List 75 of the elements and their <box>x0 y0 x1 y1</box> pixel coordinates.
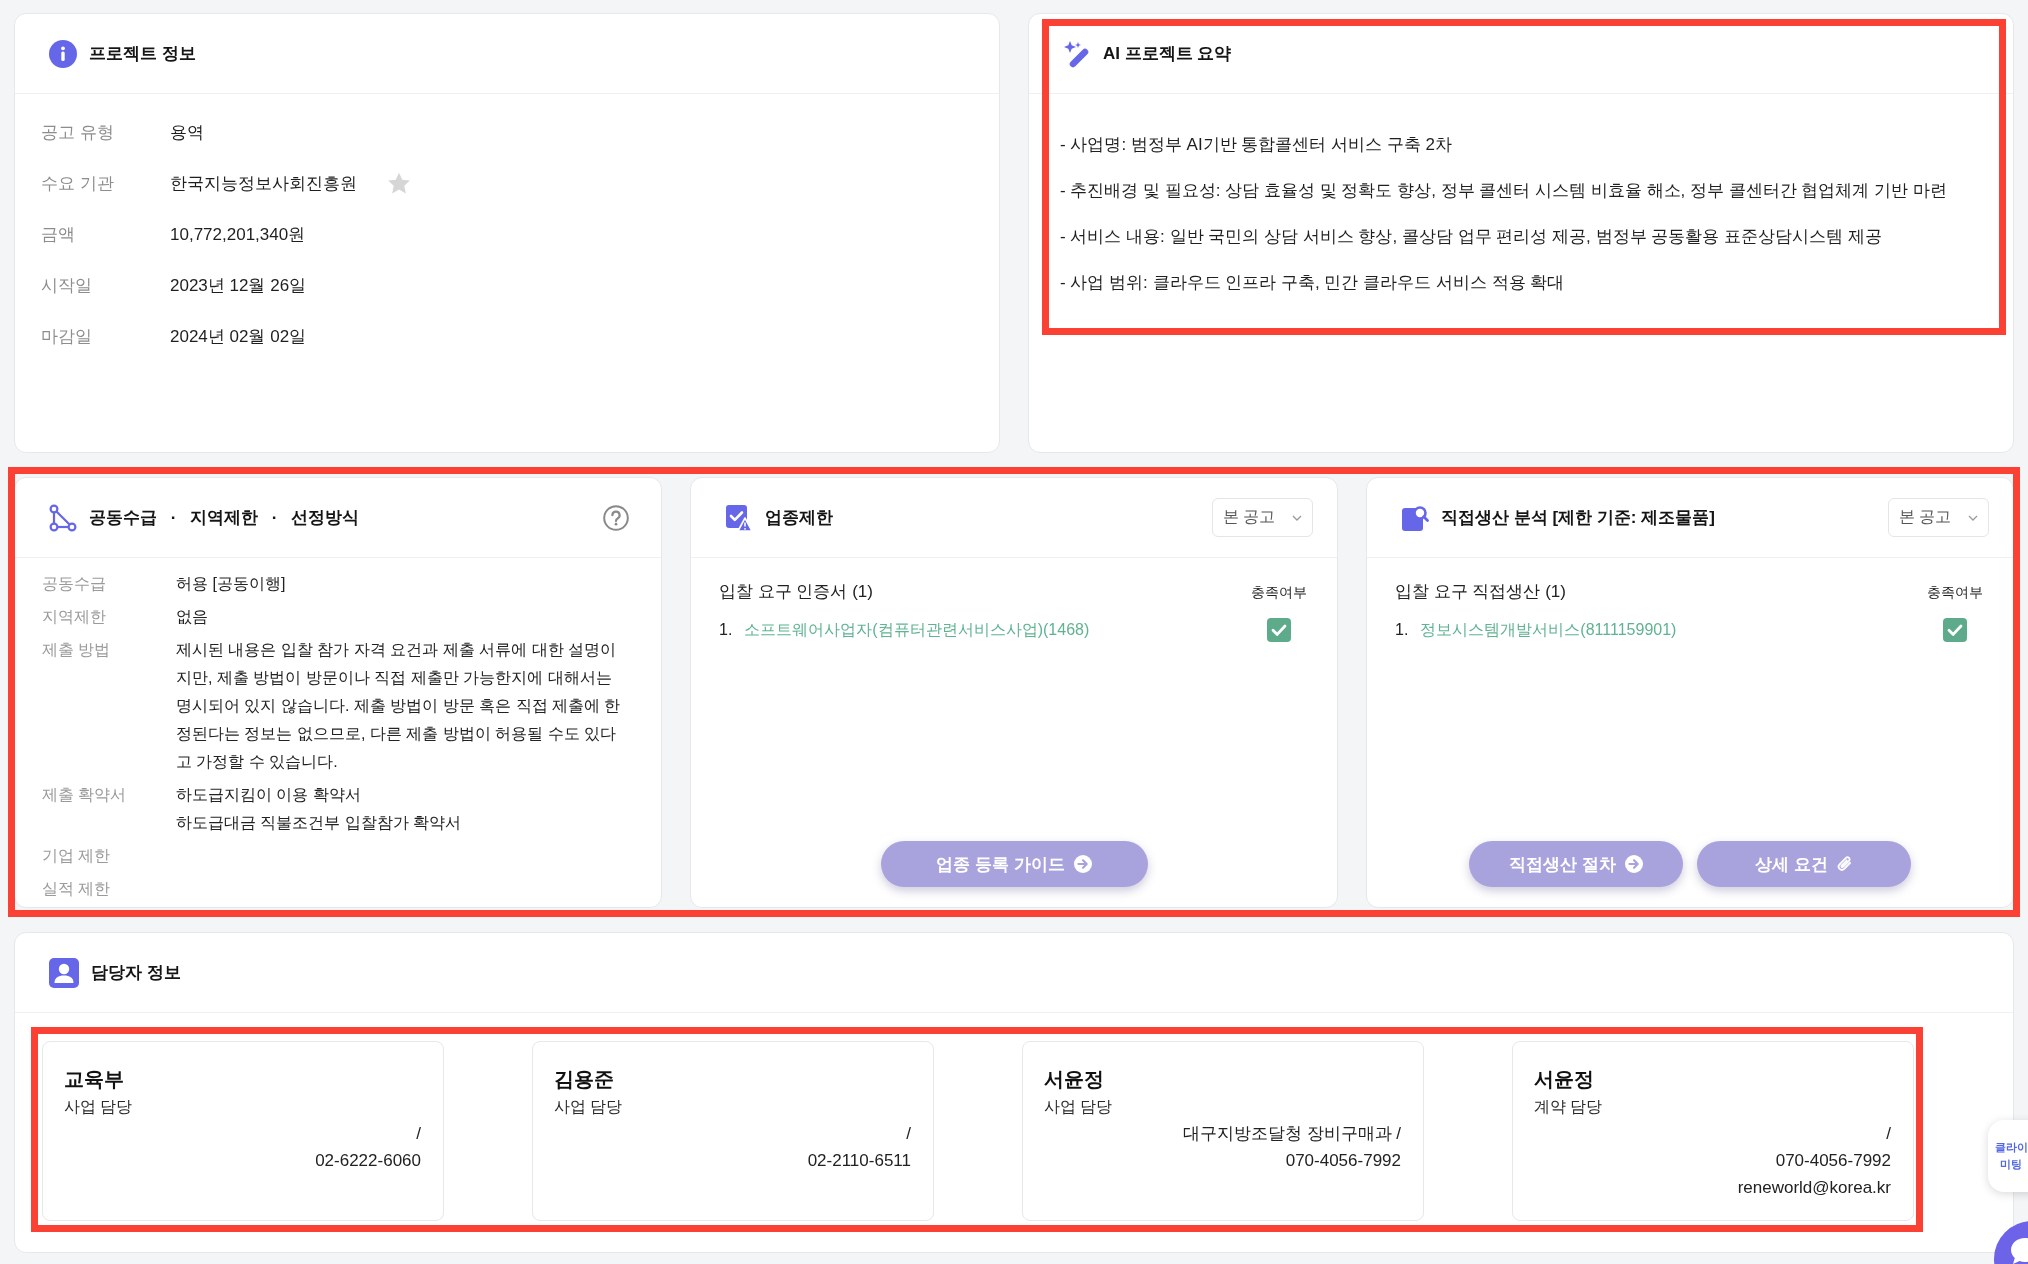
contact-name: 김용준 <box>554 1067 615 1092</box>
contact-detail: 02-2110-6511 <box>806 1150 911 1172</box>
contact-detail: 02-6222-6060 <box>314 1150 421 1172</box>
summary-line: - 서비스 내용: 일반 국민의 상담 서비스 향상, 콜상담 업무 편리성 제공, 범정부 공동활용 표준상담시스템 제공 <box>1060 226 1883 248</box>
field-value: 10,772,201,340원 <box>170 224 306 246</box>
field-value: 하도급지킴이 이용 확약서 <box>176 785 362 805</box>
list-title: 입찰 요구 직접생산 (1) <box>1395 581 1567 603</box>
field-value: 용역 <box>170 122 204 144</box>
contact-detail: 070-4056-7992 <box>1284 1150 1401 1172</box>
field-label: 마감일 <box>41 326 93 348</box>
field-label: 기업 제한 <box>42 846 112 866</box>
field-label: 지역제한 <box>42 607 107 627</box>
field-label: 금액 <box>41 224 76 246</box>
help-icon[interactable] <box>603 504 629 531</box>
document-search-icon <box>1401 503 1429 532</box>
nodes-icon <box>49 503 77 532</box>
meeting-button[interactable]: 클라이 미팅 <box>1988 1120 2028 1192</box>
status-header: 충족여부 <box>1927 583 1983 602</box>
contact-role: 사업 담당 <box>554 1097 624 1117</box>
card-title: 직접생산 분석 [제한 기준: 제조물품] <box>1441 507 1715 529</box>
contact-name: 서윤정 <box>1044 1067 1105 1092</box>
person-icon <box>49 957 79 988</box>
contact-name: 교육부 <box>64 1067 125 1092</box>
chevron-down-icon <box>1968 514 1978 521</box>
contact-detail: 대구지방조달청 장비구매과 / <box>1181 1123 1401 1145</box>
action-button[interactable]: 상세 요건 <box>1697 841 1911 887</box>
field-value: 2023년 12월 26일 <box>170 275 307 297</box>
field-value: 없음 <box>176 607 209 627</box>
requirement-link[interactable]: 소프트웨어사업자(컴퓨터관련서비스사업)(1468) <box>744 618 1090 642</box>
list-title: 입찰 요구 인증서 (1) <box>719 581 874 603</box>
action-button[interactable]: 직접생산 절차 <box>1469 841 1683 887</box>
field-label: 공고 유형 <box>41 122 115 144</box>
card-title: 업종제한 <box>765 507 833 529</box>
requirement-link[interactable]: 정보시스템개발서비스(8111159901) <box>1420 618 1677 642</box>
contact-name: 서윤정 <box>1534 1067 1595 1092</box>
list-number: 1. <box>1395 620 1409 640</box>
card-title: AI 프로젝트 요약 <box>1103 43 1232 65</box>
field-value: 한국지능정보사회진흥원 <box>170 173 357 195</box>
contact-role: 계약 담당 <box>1534 1097 1604 1117</box>
summary-line: - 사업 범위: 클라우드 인프라 구축, 민간 클라우드 서비스 적용 확대 <box>1060 272 1566 294</box>
sparkle-pen-icon <box>1063 39 1091 68</box>
field-value: 2024년 02월 02일 <box>170 326 307 348</box>
paperclip-icon <box>1836 855 1853 873</box>
summary-line: - 사업명: 범정부 AI기반 통합콜센터 서비스 구축 2차 <box>1060 134 1453 156</box>
contact-detail: / <box>415 1123 421 1145</box>
card-title: 공동수급 · 지역제한 · 선정방식 <box>89 507 360 529</box>
contact-detail: / <box>1885 1123 1891 1145</box>
contact-role: 사업 담당 <box>1044 1097 1114 1117</box>
contact-detail: / <box>905 1123 911 1145</box>
star-icon[interactable] <box>387 172 411 195</box>
card-title: 담당자 정보 <box>91 962 181 984</box>
summary-line: - 추진배경 및 필요성: 상담 효율성 및 정확도 향상, 정부 콜센터 시스템 비효율 해소, 정부 콜센터간 협업체계 기반 마련 <box>1060 180 1948 202</box>
notice-select[interactable]: 본 공고 <box>1888 498 1989 537</box>
status-header: 충족여부 <box>1251 583 1307 602</box>
field-value: 허용 [공동이행] <box>176 574 287 594</box>
field-label: 제출 방법 <box>42 640 112 660</box>
arrow-circle-icon <box>1073 855 1092 873</box>
notice-select[interactable]: 본 공고 <box>1212 498 1313 537</box>
info-icon <box>49 39 77 68</box>
contact-role: 사업 담당 <box>64 1097 134 1117</box>
arrow-circle-icon <box>1624 855 1643 873</box>
chevron-down-icon <box>1292 514 1302 521</box>
contact-detail: reneworld@korea.kr <box>1736 1177 1891 1199</box>
field-label: 실적 제한 <box>42 879 112 899</box>
field-label: 수요 기관 <box>41 173 115 195</box>
field-label: 공동수급 <box>42 574 107 594</box>
contact-detail: 070-4056-7992 <box>1774 1150 1891 1172</box>
field-value: 제시된 내용은 입찰 참가 자격 요건과 제출 서류에 대한 설명이지만, 제출 방법이 방문이나 직접 제출만 가능한지에 대해서는 명시되어 있지 않습니다. 제출 방법이 방문 혹은 직접 제출에 한정된다는 정보는 없으므로, 다른 제출 방법이 허용될 수도 있다고 가정할 수 있습니다. <box>176 640 622 772</box>
action-button[interactable]: 업종 등록 가이드 <box>880 841 1148 887</box>
field-value: 하도급대금 직불조건부 입찰참가 확약서 <box>176 813 463 833</box>
field-label: 제출 확약서 <box>42 785 128 805</box>
document-warning-icon <box>725 503 753 532</box>
card-title: 프로젝트 정보 <box>89 43 196 65</box>
list-number: 1. <box>719 620 733 640</box>
field-label: 시작일 <box>41 275 93 297</box>
